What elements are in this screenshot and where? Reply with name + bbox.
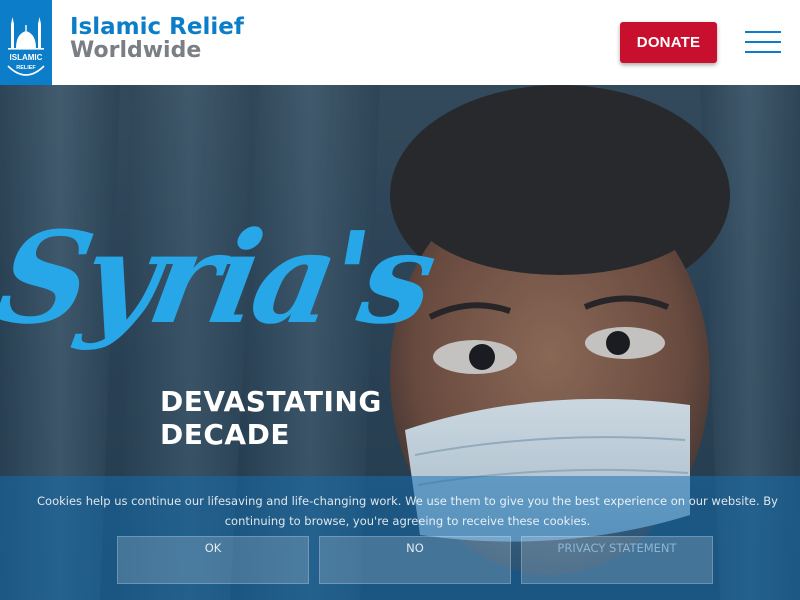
headline-subtitle: DEVASTATING DECADE bbox=[160, 385, 382, 451]
brand-line-2: Worldwide bbox=[70, 38, 202, 63]
svg-text:ISLAMIC: ISLAMIC bbox=[10, 53, 43, 62]
cookie-banner: Cookies help us continue our lifesaving … bbox=[0, 476, 800, 600]
headline-script: Syria's bbox=[0, 204, 441, 352]
privacy-statement-button[interactable]: PRIVACY STATEMENT bbox=[521, 536, 713, 584]
cookie-no-button[interactable]: NO bbox=[319, 536, 511, 584]
cookie-message: Cookies help us continue our lifesaving … bbox=[37, 494, 778, 528]
svg-text:RELIEF: RELIEF bbox=[16, 65, 36, 71]
donate-button[interactable]: DONATE bbox=[620, 22, 717, 63]
logo[interactable]: ISLAMIC RELIEF bbox=[0, 0, 52, 85]
site-header: ISLAMIC RELIEF Islamic Relief Worldwide … bbox=[0, 0, 800, 85]
brand-name[interactable]: Islamic Relief Worldwide bbox=[70, 15, 244, 63]
headline-line-2: DECADE bbox=[160, 418, 290, 451]
cookie-ok-button[interactable]: OK bbox=[117, 536, 309, 584]
hamburger-menu-icon[interactable] bbox=[745, 29, 781, 55]
brand-line-1: Islamic Relief bbox=[70, 14, 244, 40]
mosque-logo-icon: ISLAMIC RELIEF bbox=[7, 17, 45, 76]
headline-line-1: DEVASTATING bbox=[160, 385, 382, 418]
